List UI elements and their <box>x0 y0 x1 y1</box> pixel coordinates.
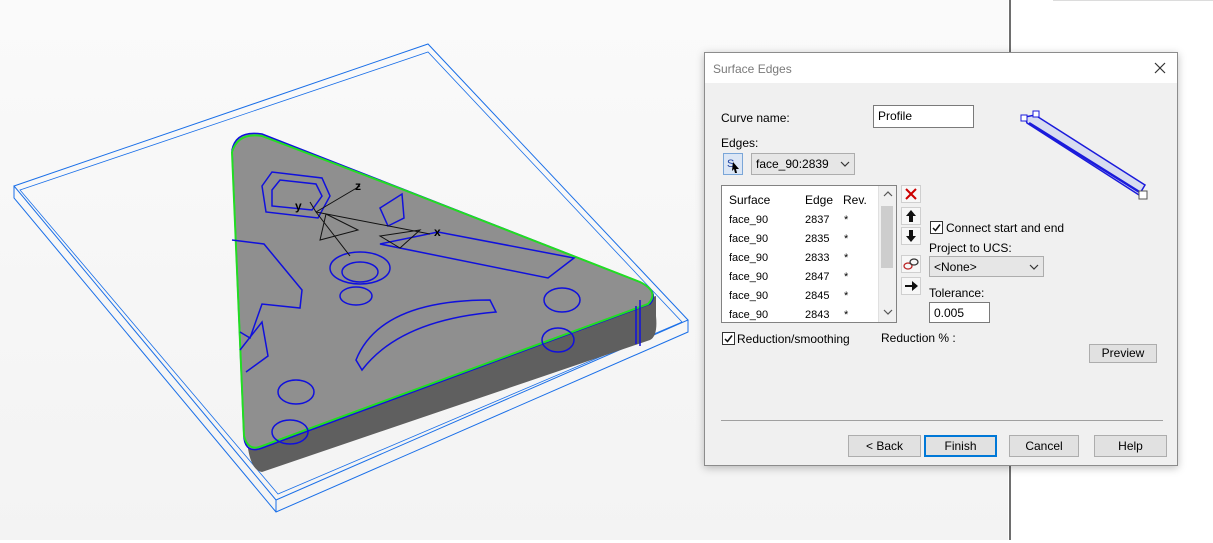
dialog-title: Surface Edges <box>713 62 792 76</box>
list-item[interactable]: face_90 2835 * <box>722 231 880 250</box>
chevron-down-icon <box>840 161 850 167</box>
project-ucs-label: Project to UCS: <box>929 241 1012 255</box>
col-surface-header: Surface <box>729 193 771 207</box>
delete-x-icon[interactable] <box>901 185 921 203</box>
curve-name-input[interactable]: Profile <box>873 105 974 128</box>
tolerance-label: Tolerance: <box>929 286 985 300</box>
list-item[interactable]: face_90 2845 * <box>722 288 880 307</box>
arrow-right-icon[interactable] <box>901 277 921 295</box>
dialog-titlebar: Surface Edges <box>705 53 1177 83</box>
connect-label: Connect start and end <box>946 221 1065 235</box>
move-up-icon[interactable] <box>901 207 921 225</box>
reduction-checkbox[interactable] <box>722 332 735 345</box>
scroll-thumb[interactable] <box>881 206 893 268</box>
col-edge-header: Edge <box>805 193 834 207</box>
list-item[interactable]: face_90 2837 * <box>722 212 880 231</box>
link-chain-icon[interactable] <box>901 255 921 273</box>
list-item[interactable]: face_90 2833 * <box>722 250 880 269</box>
finish-button[interactable]: Finish <box>924 435 997 457</box>
help-button[interactable]: Help <box>1094 435 1167 457</box>
surface-edges-dialog: Surface Edges Curve name: Profile Edges:… <box>704 52 1178 466</box>
scroll-up-icon[interactable] <box>883 190 893 198</box>
reduction-label: Reduction/smoothing <box>737 332 850 346</box>
edges-combo[interactable]: face_90:2839 <box>751 153 855 175</box>
cancel-button[interactable]: Cancel <box>1009 435 1079 457</box>
list-item[interactable]: face_90 2847 * <box>722 269 880 288</box>
tolerance-input[interactable]: 0.005 <box>929 302 990 323</box>
back-button[interactable]: < Back <box>848 435 921 457</box>
axis-y-label: y <box>295 199 302 213</box>
edges-combo-value: face_90:2839 <box>756 157 829 171</box>
move-down-icon[interactable] <box>901 227 921 245</box>
connect-checkbox[interactable] <box>930 221 943 234</box>
edge-select-icon[interactable]: S <box>723 153 743 175</box>
project-ucs-combo[interactable]: <None> <box>929 256 1044 277</box>
edge-preview-thumbnail <box>1020 110 1148 200</box>
close-icon[interactable] <box>1149 57 1171 79</box>
edges-list[interactable]: Surface Edge Rev. face_90 2837 * face_90 28… <box>721 185 897 323</box>
list-scrollbar[interactable] <box>878 186 896 322</box>
curve-name-label: Curve name: <box>721 111 790 125</box>
axis-z-label: z <box>355 179 361 193</box>
col-rev-header: Rev. <box>843 193 867 207</box>
list-item[interactable]: face_90 2843 * <box>722 307 880 322</box>
reduction-pct-label: Reduction % : <box>881 331 956 345</box>
preview-button[interactable]: Preview <box>1089 344 1157 363</box>
scroll-down-icon[interactable] <box>883 308 893 316</box>
dialog-separator <box>721 420 1163 421</box>
project-ucs-value: <None> <box>934 260 977 274</box>
edges-label: Edges: <box>721 136 759 150</box>
axis-x-label: x <box>434 225 441 239</box>
chevron-down-icon <box>1029 264 1039 270</box>
